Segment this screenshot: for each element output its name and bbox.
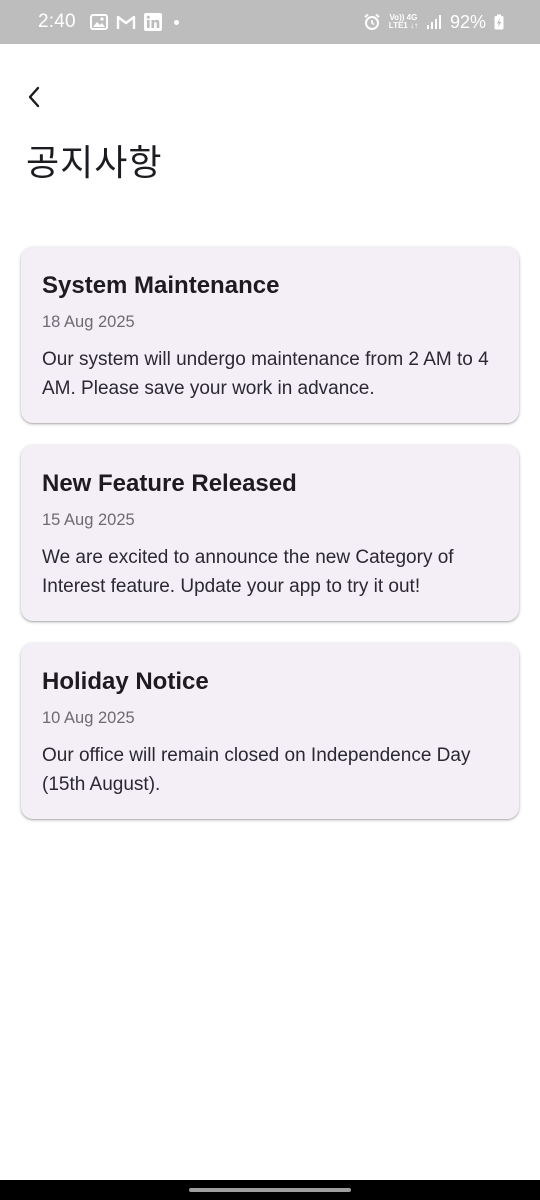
network-status: Vo)) 4G LTE1 ↓↑ bbox=[389, 14, 418, 30]
status-bar: 2:40 Vo)) 4G LTE1 ↓↑ 92% bbox=[0, 0, 540, 44]
page-title: 공지사항 bbox=[26, 143, 163, 184]
navigation-bar bbox=[0, 1180, 540, 1200]
notice-date: 15 Aug 2025 bbox=[42, 511, 135, 529]
status-left: 2:40 bbox=[38, 11, 179, 33]
notice-body: Our office will remain closed on Indepen… bbox=[42, 745, 471, 795]
notification-dot-icon bbox=[173, 19, 179, 25]
status-right: Vo)) 4G LTE1 ↓↑ 92% bbox=[363, 12, 504, 33]
notice-date: 18 Aug 2025 bbox=[42, 313, 135, 331]
notice-body: We are excited to announce the new Categ… bbox=[42, 547, 454, 597]
notice-date: 10 Aug 2025 bbox=[42, 709, 135, 727]
notice-title: New Feature Released bbox=[42, 470, 297, 497]
notice-title: Holiday Notice bbox=[42, 668, 209, 695]
home-indicator[interactable] bbox=[189, 1188, 351, 1192]
alarm-icon bbox=[363, 13, 381, 31]
linkedin-icon bbox=[143, 13, 162, 31]
notice-list: System Maintenance 18 Aug 2025 Our syste… bbox=[21, 247, 519, 841]
chevron-left-icon bbox=[28, 86, 40, 108]
battery-percent: 92% bbox=[449, 11, 486, 32]
notices-screen: 2:40 Vo)) 4G LTE1 ↓↑ 92% 공지사항 System Mai… bbox=[0, 0, 540, 1200]
notice-card[interactable]: New Feature Released 15 Aug 2025 We are … bbox=[21, 445, 519, 621]
gmail-icon bbox=[116, 15, 136, 30]
back-button[interactable] bbox=[18, 80, 50, 114]
notice-title: System Maintenance bbox=[42, 272, 280, 299]
battery-charging-icon bbox=[494, 14, 504, 30]
notice-body: Our system will undergo maintenance from… bbox=[42, 349, 489, 399]
status-time: 2:40 bbox=[38, 11, 76, 32]
notice-card[interactable]: Holiday Notice 10 Aug 2025 Our office wi… bbox=[21, 643, 519, 819]
signal-icon bbox=[426, 14, 442, 30]
notice-card[interactable]: System Maintenance 18 Aug 2025 Our syste… bbox=[21, 247, 519, 423]
network-bottom-text: LTE1 ↓↑ bbox=[388, 21, 418, 30]
gallery-icon bbox=[89, 14, 108, 30]
